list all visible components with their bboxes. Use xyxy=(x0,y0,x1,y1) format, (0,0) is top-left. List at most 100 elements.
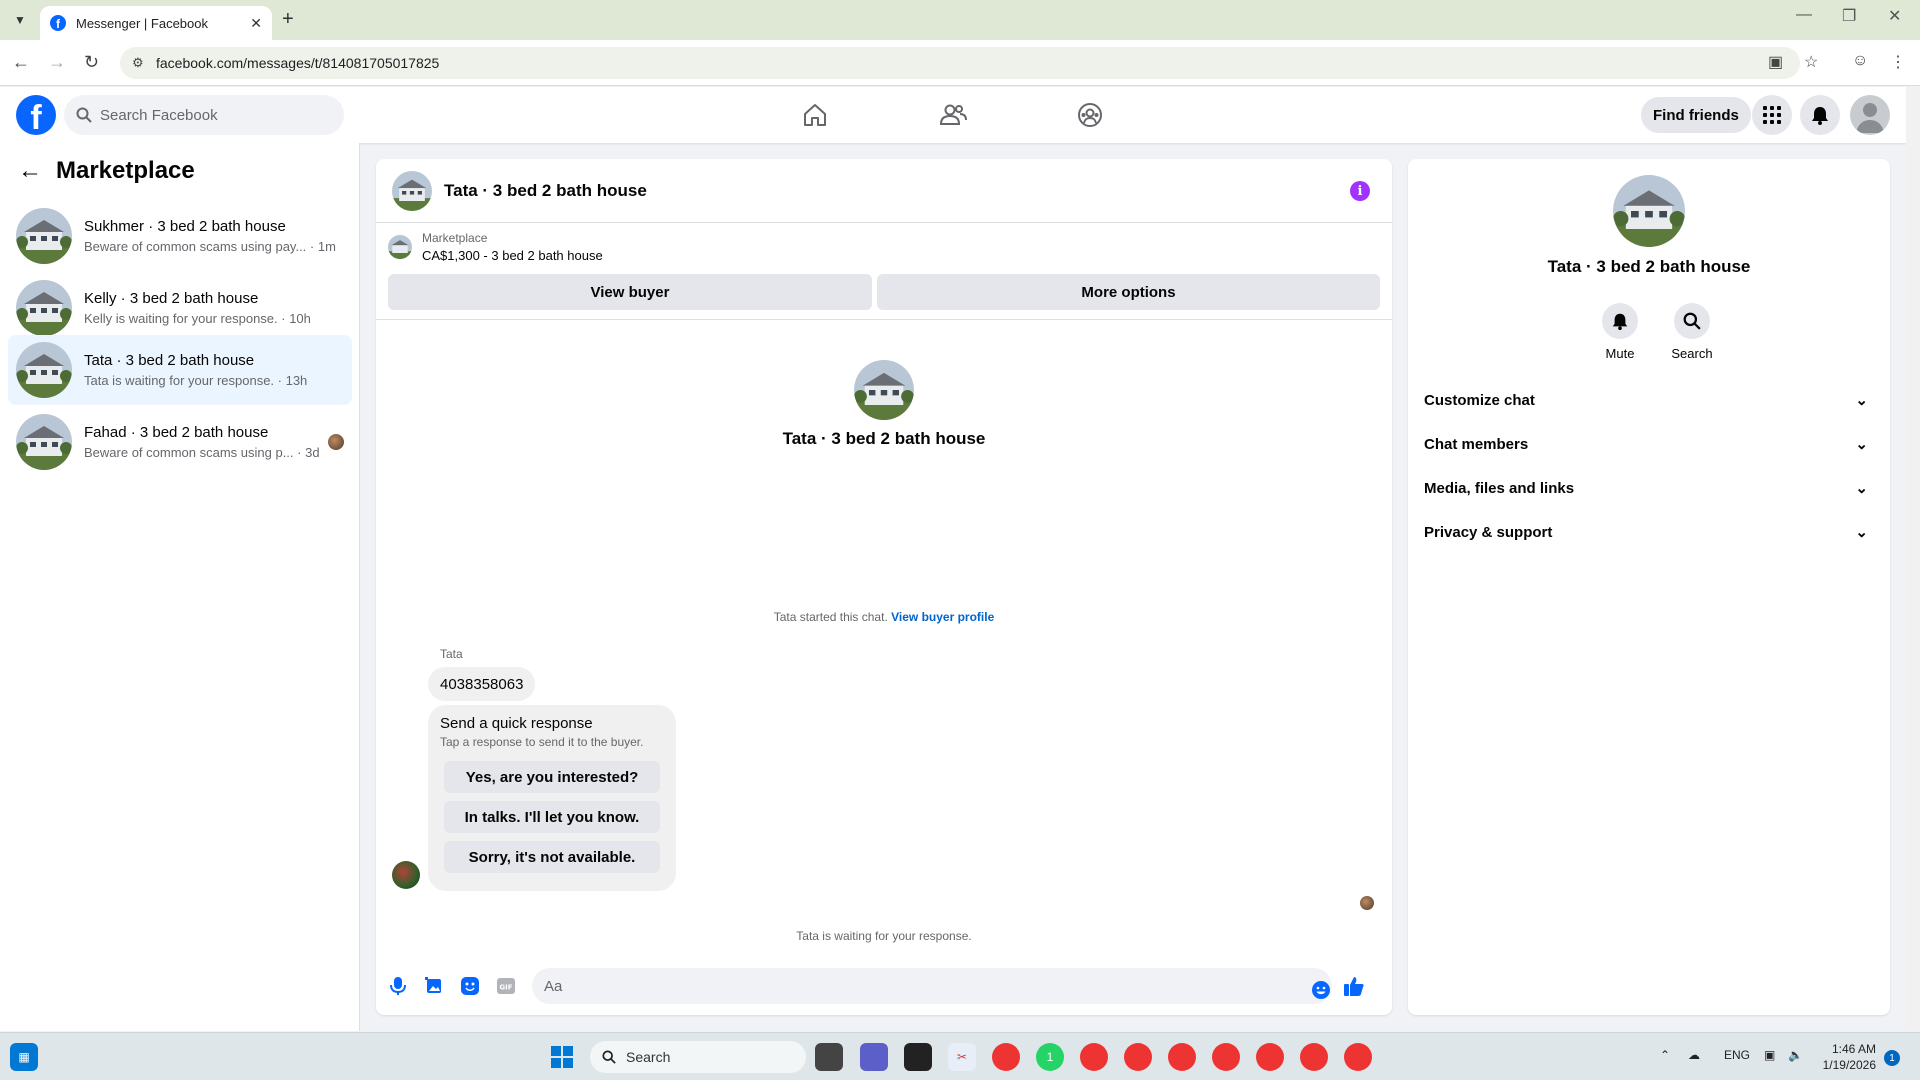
whatsapp-icon[interactable]: 1 xyxy=(1036,1043,1064,1071)
conversation-snippet: Beware of common scams using pay... · 1m xyxy=(84,239,336,254)
menu-grid-icon[interactable] xyxy=(1752,95,1792,135)
facebook-logo-icon[interactable]: f xyxy=(16,95,56,135)
photo-icon[interactable] xyxy=(422,974,446,998)
tab-close-icon[interactable]: ✕ xyxy=(250,15,262,32)
tab-search-chevron-icon[interactable]: ▼ xyxy=(8,8,32,32)
browser-menu-icon[interactable]: ⋮ xyxy=(1890,52,1906,72)
svg-text:GIF: GIF xyxy=(499,984,512,992)
conversation-item[interactable]: Kelly · 3 bed 2 bath house Kelly is wait… xyxy=(8,273,352,343)
gif-icon[interactable]: GIF xyxy=(494,974,518,998)
taskbar-search[interactable]: Search xyxy=(590,1041,806,1073)
section-label: Media, files and links xyxy=(1424,479,1575,497)
customize-chat-section[interactable]: Customize chat ⌄ xyxy=(1424,382,1874,418)
chat-members-section[interactable]: Chat members ⌄ xyxy=(1424,426,1874,462)
privacy-support-section[interactable]: Privacy & support ⌄ xyxy=(1424,514,1874,550)
language-indicator[interactable]: ENG xyxy=(1724,1048,1750,1062)
address-bar[interactable]: ⚙ facebook.com/messages/t/81408170501782… xyxy=(120,47,1800,79)
network-icon[interactable]: ▣ xyxy=(1764,1048,1775,1062)
search-label: Search xyxy=(1671,346,1713,361)
chrome-profile-icon[interactable] xyxy=(1256,1043,1284,1071)
page-scrollbar[interactable] xyxy=(1906,87,1920,1031)
view-buyer-profile-link[interactable]: View buyer profile xyxy=(891,610,994,624)
site-info-icon[interactable]: ⚙ xyxy=(132,55,144,71)
window-close-icon[interactable]: ✕ xyxy=(1888,6,1901,26)
chrome-profile-icon[interactable] xyxy=(1124,1043,1152,1071)
listing-thumbnail xyxy=(388,235,412,259)
view-buyer-button[interactable]: View buyer xyxy=(388,274,872,310)
details-thumbnail xyxy=(1613,175,1685,247)
browser-tab-messenger[interactable]: f Messenger | Facebook ✕ xyxy=(40,6,272,40)
read-receipt-avatar xyxy=(328,434,344,450)
marketplace-sidebar: ← Marketplace Sukhmer · 3 bed 2 bath hou… xyxy=(0,143,360,1031)
quick-response-button[interactable]: In talks. I'll let you know. xyxy=(444,801,660,833)
bookmark-star-icon[interactable]: ☆ xyxy=(1804,52,1818,72)
conversation-snippet: Beware of common scams using p... · 3d xyxy=(84,445,320,460)
chat-thumbnail[interactable] xyxy=(392,170,432,211)
find-friends-button[interactable]: Find friends xyxy=(1641,97,1751,133)
profile-icon[interactable]: ☺ xyxy=(1852,52,1868,70)
microphone-icon[interactable] xyxy=(386,974,410,998)
search-icon xyxy=(1674,303,1710,339)
taskbar-clock[interactable]: 1:46 AM 1/19/2026 xyxy=(1818,1041,1876,1073)
groups-icon[interactable] xyxy=(1072,97,1108,133)
chat-title[interactable]: Tata · 3 bed 2 bath house xyxy=(444,181,647,201)
section-label: Privacy & support xyxy=(1424,523,1553,541)
chat-center-title: Tata · 3 bed 2 bath house xyxy=(782,429,986,448)
notification-badge[interactable]: 1 xyxy=(1884,1050,1900,1066)
browser-tab-strip: ▼ f Messenger | Facebook ✕ + — ❐ ✕ xyxy=(0,0,1920,40)
teams-icon[interactable] xyxy=(860,1043,888,1071)
conversation-item-active[interactable]: Tata · 3 bed 2 bath house Tata is waitin… xyxy=(8,335,352,405)
chevron-down-icon: ⌄ xyxy=(1855,524,1868,541)
install-app-icon[interactable]: ▣ xyxy=(1768,52,1783,72)
volume-icon[interactable]: 🔈 xyxy=(1788,1048,1803,1062)
chevron-down-icon: ⌄ xyxy=(1855,392,1868,409)
chrome-profile-icon[interactable] xyxy=(1344,1043,1372,1071)
chrome-profile-icon[interactable] xyxy=(1080,1043,1108,1071)
back-arrow-icon[interactable]: ← xyxy=(18,157,42,185)
info-icon[interactable]: i xyxy=(1350,181,1370,201)
chrome-profile-icon[interactable] xyxy=(1168,1043,1196,1071)
listing-thumbnail xyxy=(16,342,72,398)
chrome-profile-icon[interactable] xyxy=(1300,1043,1328,1071)
restore-icon[interactable]: ❐ xyxy=(1842,6,1856,26)
home-icon[interactable] xyxy=(797,97,833,133)
emoji-icon[interactable] xyxy=(1309,978,1333,1002)
account-avatar[interactable] xyxy=(1850,95,1890,135)
facebook-search-input[interactable]: Search Facebook xyxy=(64,95,344,135)
conversation-item[interactable]: Fahad · 3 bed 2 bath house Beware of com… xyxy=(8,407,352,477)
chevron-down-icon: ⌄ xyxy=(1855,436,1868,453)
tray-chevron-up-icon[interactable]: ⌃ xyxy=(1660,1048,1670,1062)
facebook-favicon-icon: f xyxy=(50,15,66,31)
file-explorer-icon[interactable] xyxy=(815,1043,843,1071)
chrome-icon[interactable] xyxy=(992,1043,1020,1071)
conversation-snippet: Tata is waiting for your response. · 13h xyxy=(84,373,308,388)
mute-button[interactable]: Mute xyxy=(1590,303,1650,361)
more-options-button[interactable]: More options xyxy=(877,274,1380,310)
back-arrow-icon[interactable]: ← xyxy=(12,52,30,73)
snipping-tool-icon[interactable]: ✂ xyxy=(948,1043,976,1071)
bell-icon xyxy=(1602,303,1638,339)
search-in-chat-button[interactable]: Search xyxy=(1662,303,1722,361)
chat-details-panel: Tata · 3 bed 2 bath house Mute Search Cu… xyxy=(1408,159,1890,1015)
sticky-notes-icon[interactable] xyxy=(904,1043,932,1071)
widgets-icon[interactable]: ▦ xyxy=(10,1043,38,1071)
friends-icon[interactable] xyxy=(935,97,971,133)
quick-response-title: Send a quick response xyxy=(440,715,593,732)
chrome-profile-icon[interactable] xyxy=(1212,1043,1240,1071)
quick-response-button[interactable]: Yes, are you interested? xyxy=(444,761,660,793)
media-files-links-section[interactable]: Media, files and links ⌄ xyxy=(1424,470,1874,506)
onedrive-icon[interactable]: ☁ xyxy=(1688,1048,1700,1062)
quick-response-button[interactable]: Sorry, it's not available. xyxy=(444,841,660,873)
windows-start-icon[interactable] xyxy=(548,1043,576,1071)
thumbs-up-icon[interactable] xyxy=(1342,974,1366,998)
reload-icon[interactable]: ↻ xyxy=(84,52,99,73)
forward-arrow-icon[interactable]: → xyxy=(48,52,66,73)
new-tab-icon[interactable]: + xyxy=(282,8,294,31)
notifications-bell-icon[interactable] xyxy=(1800,95,1840,135)
sticker-icon[interactable] xyxy=(458,974,482,998)
message-input[interactable]: Aa xyxy=(532,968,1332,1004)
chat-center-thumbnail xyxy=(854,360,914,420)
conversation-item[interactable]: Sukhmer · 3 bed 2 bath house Beware of c… xyxy=(8,201,352,271)
message-bubble: 4038358063 xyxy=(428,667,536,701)
minimize-icon[interactable]: — xyxy=(1796,6,1812,24)
